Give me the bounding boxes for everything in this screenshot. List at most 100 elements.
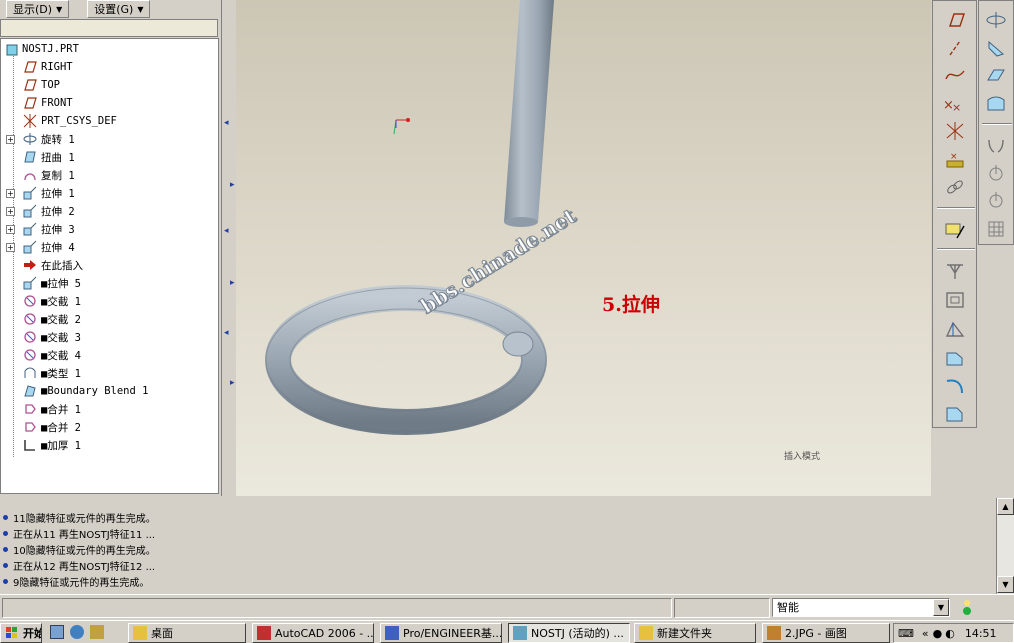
tree-node[interactable]: PRT_CSYS_DEF: [1, 112, 218, 130]
tree-node-label: ■交截 1: [41, 295, 81, 308]
selection-filter-select[interactable]: 智能 ▼: [772, 598, 950, 617]
taskbar-window-button[interactable]: 新建文件夹: [634, 623, 756, 643]
expand-plus-icon[interactable]: +: [6, 188, 15, 198]
tree-node[interactable]: ■类型 1: [1, 364, 218, 382]
boundary-blend-tool-icon[interactable]: [982, 92, 1010, 116]
tree-node[interactable]: + 拉伸 4: [1, 238, 218, 256]
offset-tool-icon[interactable]: [982, 188, 1010, 212]
display-menu-button[interactable]: 显示(D) ▼: [6, 0, 70, 18]
scroll-up-icon[interactable]: ▲: [997, 498, 1014, 515]
tree-node[interactable]: ■交截 3: [1, 328, 218, 346]
expand-plus-icon[interactable]: +: [6, 206, 15, 216]
round-tool-icon[interactable]: [941, 345, 969, 369]
datum-plane-tool-icon[interactable]: [941, 8, 969, 32]
tree-node[interactable]: ■交截 2: [1, 310, 218, 328]
rib-tool-icon[interactable]: [941, 259, 969, 283]
volume-icon[interactable]: ◐: [945, 627, 955, 640]
tree-node[interactable]: + 拉伸 3: [1, 220, 218, 238]
image-viewer-icon[interactable]: [90, 625, 104, 639]
keyboard-icon[interactable]: ⌨: [898, 627, 914, 640]
pattern-tool-icon[interactable]: [982, 216, 1010, 240]
tray-expand-icon[interactable]: «: [922, 627, 929, 640]
clock[interactable]: 14:51: [965, 627, 997, 640]
start-button[interactable]: 开始: [0, 623, 42, 643]
tree-root-node[interactable]: NOSTJ.PRT: [1, 40, 218, 58]
taskbar-window-button[interactable]: NOSTJ (活动的) ...: [508, 623, 630, 643]
draft-tool-icon[interactable]: [941, 317, 969, 341]
intersect-icon: [23, 312, 37, 326]
expand-plus-icon[interactable]: +: [6, 224, 15, 234]
datum-axis-tool-icon[interactable]: [941, 36, 969, 60]
trim-tool-icon[interactable]: [982, 161, 1010, 185]
tree-node[interactable]: + 拉伸 1: [1, 184, 218, 202]
sketch-tool-icon[interactable]: [941, 218, 969, 242]
tree-node[interactable]: 在此插入: [1, 256, 218, 274]
insert-here-arrow-icon: [23, 258, 37, 272]
message-scrollbar[interactable]: ▲ ▼: [996, 498, 1014, 594]
bullet-icon: [3, 531, 8, 536]
settings-menu-label: 设置(G): [94, 3, 134, 16]
tree-node-label: 旋转 1: [41, 133, 75, 146]
expand-plus-icon[interactable]: +: [6, 134, 15, 144]
bullet-icon: [3, 515, 8, 520]
model-tree: NOSTJ.PRT RIGHT TOP FRONT PRT_CSYS_DEF + 旋转 1 扭…: [0, 38, 219, 494]
taskbar-window-button[interactable]: AutoCAD 2006 - ...: [252, 623, 374, 643]
datum-point-tool-icon[interactable]: ××▸: [939, 92, 967, 116]
tree-node[interactable]: ■拉伸 5: [1, 274, 218, 292]
tree-node[interactable]: + 旋转 1: [1, 130, 218, 148]
qq-penguin-icon[interactable]: ●: [933, 627, 943, 640]
tree-node[interactable]: ■交截 4: [1, 346, 218, 364]
taskbar-window-button[interactable]: Pro/ENGINEER基...: [380, 623, 502, 643]
scroll-down-icon[interactable]: ▼: [997, 576, 1014, 593]
expand-right-arrow-icon[interactable]: ▸: [230, 378, 235, 388]
tree-node[interactable]: ■加厚 1: [1, 436, 218, 454]
collapse-left-arrow-icon[interactable]: ◂: [224, 226, 229, 236]
tree-node[interactable]: + 拉伸 2: [1, 202, 218, 220]
display-menu-label: 显示(D): [13, 3, 53, 16]
insert-mode-label: 插入模式: [784, 452, 821, 462]
tree-node[interactable]: RIGHT: [1, 58, 218, 76]
tree-node[interactable]: ■合并 2: [1, 418, 218, 436]
expand-right-arrow-icon[interactable]: ▸: [230, 180, 235, 190]
chamfer-tool-icon[interactable]: [941, 373, 969, 397]
blend-tool-icon[interactable]: [982, 64, 1010, 88]
show-desktop-icon[interactable]: [50, 625, 64, 639]
tree-node[interactable]: 扭曲 1: [1, 148, 218, 166]
settings-menu-button[interactable]: 设置(G) ▼: [87, 0, 151, 18]
browser-icon[interactable]: [70, 625, 84, 639]
sketch-curve-tool-icon[interactable]: [941, 63, 969, 87]
expand-right-arrow-icon[interactable]: ▸: [230, 278, 235, 288]
collapse-left-arrow-icon[interactable]: ◂: [224, 328, 229, 338]
message-area: 11隐藏特征或元件的再生完成。 正在从11 再生NOSTJ特征11 ... 10隐藏…: [0, 498, 996, 594]
traffic-light-icon[interactable]: [960, 599, 974, 617]
extrude-icon: [23, 240, 37, 254]
extrude-icon: [23, 186, 37, 200]
taskbar-window-button[interactable]: 2.JPG - 画图: [762, 623, 890, 643]
graphics-viewport[interactable]: bbs.chinade.net 5.拉伸 插入模式: [236, 0, 931, 496]
edge-chamfer-tool-icon[interactable]: [941, 401, 969, 425]
tree-filter-strip[interactable]: [0, 19, 218, 37]
expand-plus-icon[interactable]: +: [6, 242, 15, 252]
datum-csys-tool-icon[interactable]: [941, 119, 969, 143]
taskbar-window-button[interactable]: 桌面: [128, 623, 246, 643]
tree-node[interactable]: TOP: [1, 76, 218, 94]
merge-icon: [23, 420, 37, 434]
panel-splitter[interactable]: [222, 0, 234, 496]
sweep-tool-icon[interactable]: [982, 36, 1010, 60]
tree-node[interactable]: 复制 1: [1, 166, 218, 184]
link-tool-icon[interactable]: [941, 175, 969, 199]
analysis-tool-icon[interactable]: ×: [941, 147, 969, 171]
tree-node-label: TOP: [41, 79, 60, 91]
tree-node[interactable]: ■交截 1: [1, 292, 218, 310]
collapse-left-arrow-icon[interactable]: ◂: [224, 118, 229, 128]
chevron-down-icon[interactable]: ▼: [933, 599, 949, 616]
bullet-icon: [3, 579, 8, 584]
tree-node[interactable]: FRONT: [1, 94, 218, 112]
shell-tool-icon[interactable]: [941, 288, 969, 312]
message-line: 10隐藏特征或元件的再生完成。: [3, 542, 156, 557]
revolve-tool-icon[interactable]: [982, 8, 1010, 32]
csys-icon: [23, 114, 37, 128]
mirror-tool-icon[interactable]: [982, 134, 1010, 158]
tree-node[interactable]: ■合并 1: [1, 400, 218, 418]
tree-node[interactable]: ■Boundary Blend 1: [1, 382, 218, 400]
